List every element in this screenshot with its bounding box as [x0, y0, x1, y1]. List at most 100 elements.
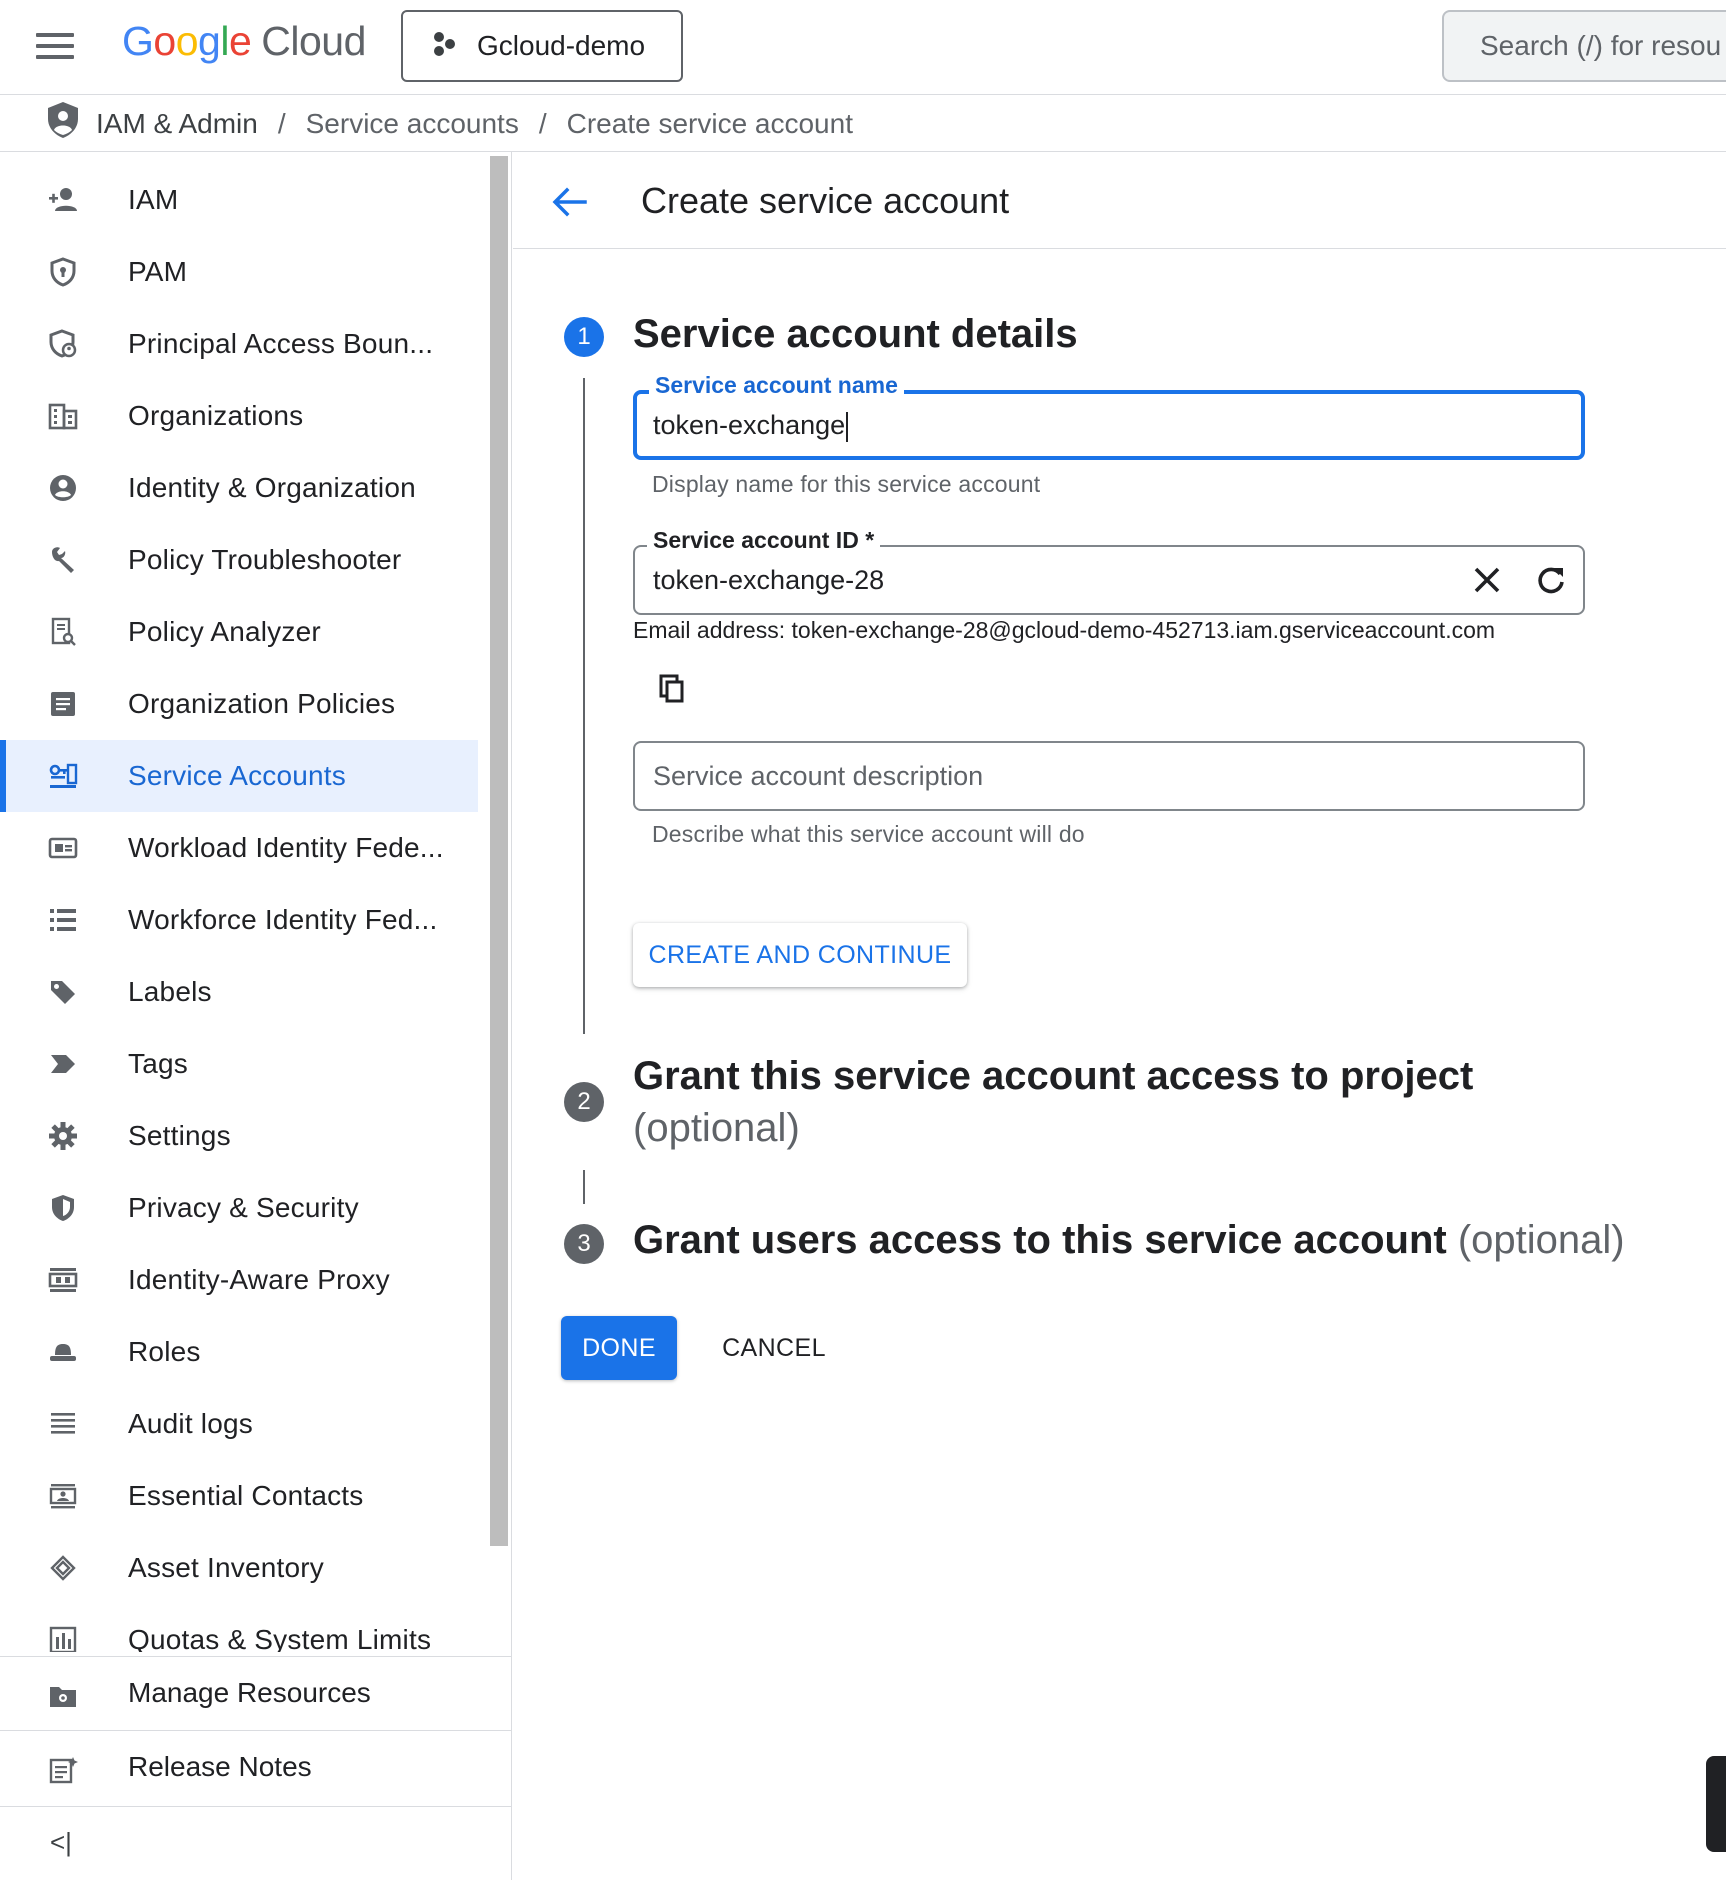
project-name: Gcloud-demo — [477, 30, 646, 61]
scrollbar-thumb[interactable] — [490, 156, 508, 1546]
sidebar-item-identity-organization[interactable]: Identity & Organization — [0, 452, 478, 524]
service-account-description-field[interactable]: Service account description — [633, 741, 1585, 811]
step-1-indicator: 1 — [564, 317, 604, 357]
sidebar-item-audit-logs[interactable]: Audit logs — [0, 1388, 478, 1460]
refresh-icon[interactable] — [1531, 560, 1571, 600]
lines-icon — [48, 1411, 78, 1437]
breadcrumb-current: Create service account — [566, 107, 853, 139]
id-card-icon — [48, 835, 78, 861]
sidebar-item-label: Manage Resources — [128, 1677, 371, 1708]
collapse-icon: <| — [50, 1827, 72, 1857]
sidebar-item-policy-analyzer[interactable]: Policy Analyzer — [0, 596, 478, 668]
side-panel-tab[interactable] — [1706, 1756, 1726, 1852]
shield-person-icon — [48, 329, 78, 358]
sidebar-item-manage-resources[interactable]: Manage Resources — [0, 1656, 511, 1730]
sidebar-item-iam[interactable]: IAM — [0, 164, 478, 236]
sidebar-item-workload-identity-federation[interactable]: Workload Identity Fede... — [0, 812, 478, 884]
sidebar-item-workforce-identity-federation[interactable]: Workforce Identity Fed... — [0, 884, 478, 956]
search-input[interactable]: Search (/) for resou — [1442, 10, 1726, 82]
sidebar-item-organizations[interactable]: Organizations — [0, 380, 478, 452]
tag-arrow-icon — [48, 1051, 78, 1077]
clear-icon[interactable] — [1467, 560, 1507, 600]
sidebar-item-principal-access-boundary[interactable]: Principal Access Boun... — [0, 308, 478, 380]
service-account-name-label: Service account name — [649, 372, 904, 399]
sidebar-item-label: Organization Policies — [128, 688, 396, 719]
service-account-id-field[interactable]: Service account ID * token-exchange-28 — [633, 527, 1585, 615]
sidebar-item-label: Principal Access Boun... — [128, 328, 434, 359]
step-3-title[interactable]: Grant users access to this service accou… — [633, 1218, 1625, 1263]
sidebar-item-tags[interactable]: Tags — [0, 1028, 478, 1100]
step-3-indicator: 3 — [564, 1224, 604, 1264]
search-placeholder: Search (/) for resou — [1480, 30, 1722, 61]
breadcrumb-separator: / — [538, 107, 547, 139]
service-account-icon — [48, 763, 78, 789]
main-menu-icon[interactable] — [36, 33, 74, 59]
sidebar-item-label: IAM — [128, 184, 179, 215]
sidebar-item-quotas-system-limits[interactable]: Quotas & System Limits — [0, 1604, 478, 1652]
sidebar-item-label: Service Accounts — [128, 760, 346, 791]
sidebar-item-service-accounts[interactable]: Service Accounts — [0, 740, 478, 812]
service-account-name-field[interactable]: Service account name token-exchange — [633, 372, 1585, 460]
service-account-id-label: Service account ID * — [647, 527, 881, 554]
sidebar-item-privacy-security[interactable]: Privacy & Security — [0, 1172, 478, 1244]
building-icon — [48, 403, 78, 430]
service-account-name-value[interactable]: token-exchange — [653, 410, 849, 442]
hat-icon — [48, 1339, 78, 1365]
sidebar-item-label: Essential Contacts — [128, 1480, 364, 1511]
breadcrumb: IAM & Admin / Service accounts / Create … — [0, 96, 1726, 152]
document-search-icon — [48, 617, 78, 646]
sidebar-item-label: Identity-Aware Proxy — [128, 1264, 390, 1295]
create-and-continue-button[interactable]: CREATE AND CONTINUE — [633, 923, 967, 987]
sidebar-item-identity-aware-proxy[interactable]: Identity-Aware Proxy — [0, 1244, 478, 1316]
sidebar-item-label: Policy Analyzer — [128, 616, 321, 647]
sidebar-item-release-notes[interactable]: Release Notes — [0, 1730, 511, 1804]
account-circle-icon — [48, 475, 78, 501]
wrench-icon — [48, 547, 78, 573]
project-picker-button[interactable]: Gcloud-demo — [401, 10, 683, 82]
sidebar: IAM PAM Principal Access Boun... Organiz… — [0, 152, 512, 1880]
folder-gear-icon — [48, 1681, 78, 1711]
copy-icon[interactable] — [652, 668, 692, 708]
page-header: Create service account — [513, 152, 1726, 249]
person-add-icon — [48, 187, 78, 213]
collapse-sidebar-button[interactable]: <| — [0, 1806, 511, 1880]
sidebar-item-label: Settings — [128, 1120, 231, 1151]
breadcrumb-iam-admin[interactable]: IAM & Admin — [96, 108, 258, 140]
service-account-id-value[interactable]: token-exchange-28 — [653, 565, 884, 596]
cancel-button[interactable]: CANCEL — [712, 1316, 836, 1380]
step-1-title[interactable]: Service account details — [633, 312, 1078, 357]
sidebar-item-label: Workload Identity Fede... — [128, 832, 444, 863]
step-connector — [583, 1170, 585, 1204]
breadcrumb-service-accounts[interactable]: Service accounts — [306, 108, 519, 140]
sidebar-item-asset-inventory[interactable]: Asset Inventory — [0, 1532, 478, 1604]
sidebar-item-pam[interactable]: PAM — [0, 236, 478, 308]
step-2-title[interactable]: Grant this service account access to pro… — [633, 1050, 1473, 1154]
sidebar-item-label: Organizations — [128, 400, 304, 431]
sidebar-scrollbar[interactable] — [490, 156, 508, 1546]
diamond-stack-icon — [48, 1555, 78, 1581]
google-cloud-logo[interactable]: Google Cloud — [122, 18, 366, 65]
sidebar-item-policy-troubleshooter[interactable]: Policy Troubleshooter — [0, 524, 478, 596]
sidebar-item-label: Quotas & System Limits — [128, 1624, 432, 1652]
description-helper: Describe what this service account will … — [652, 821, 1085, 847]
sidebar-item-labels[interactable]: Labels — [0, 956, 478, 1028]
sidebar-item-label: Roles — [128, 1336, 201, 1367]
project-icon — [431, 31, 457, 62]
sidebar-item-settings[interactable]: Settings — [0, 1100, 478, 1172]
sidebar-item-essential-contacts[interactable]: Essential Contacts — [0, 1460, 478, 1532]
done-button[interactable]: DONE — [561, 1316, 677, 1380]
description-placeholder: Service account description — [653, 761, 984, 791]
back-arrow-icon[interactable] — [547, 180, 591, 224]
top-bar: Google Cloud Gcloud-demo Search (/) for r… — [0, 0, 1726, 95]
page-title: Create service account — [641, 180, 1010, 221]
sidebar-item-label: Policy Troubleshooter — [128, 544, 402, 575]
list-box-icon — [48, 691, 78, 717]
sidebar-item-organization-policies[interactable]: Organization Policies — [0, 668, 478, 740]
sidebar-item-roles[interactable]: Roles — [0, 1316, 478, 1388]
release-notes-icon — [48, 1755, 78, 1785]
quota-icon — [48, 1626, 78, 1652]
step-connector — [583, 378, 585, 1034]
iam-shield-icon — [46, 101, 80, 146]
email-address-text: Email address: token-exchange-28@gcloud-… — [633, 617, 1496, 643]
sidebar-item-label: Asset Inventory — [128, 1552, 324, 1583]
